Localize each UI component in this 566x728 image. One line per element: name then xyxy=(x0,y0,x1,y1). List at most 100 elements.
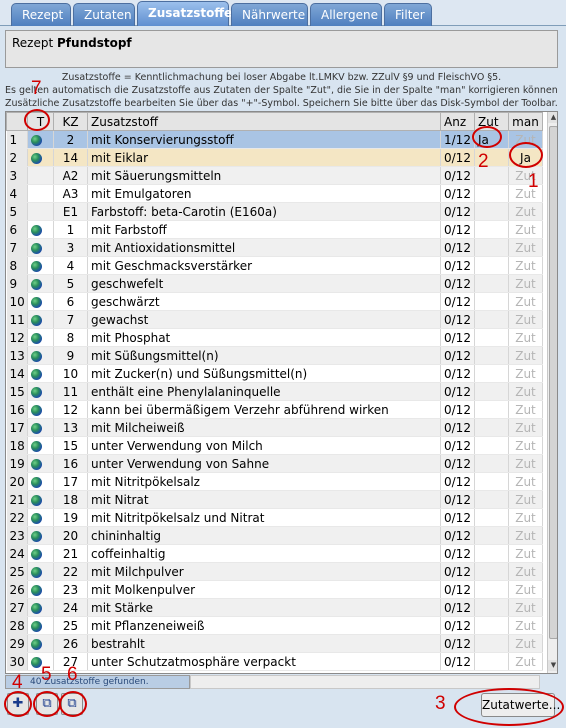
zut-cell xyxy=(474,562,509,581)
header-anz[interactable]: Anz xyxy=(440,112,475,131)
table-row[interactable]: 21 18 mit Nitrat 0/12 Zut xyxy=(6,490,543,509)
table-row[interactable]: 10 6 geschwärzt 0/12 Zut xyxy=(6,292,543,311)
table-row[interactable]: 23 20 chininhaltig 0/12 Zut xyxy=(6,526,543,545)
man-cell[interactable]: Zut xyxy=(508,310,543,329)
table-row[interactable]: 18 15 unter Verwendung von Milch 0/12 Zut xyxy=(6,436,543,455)
man-cell[interactable]: Zut xyxy=(508,598,543,617)
tab-naehrwerte[interactable]: Nährwerte xyxy=(231,3,308,26)
table-row[interactable]: 2 14 mit Eiklar 0/12 Ja xyxy=(6,148,543,167)
table-row[interactable]: 27 24 mit Stärke 0/12 Zut xyxy=(6,598,543,617)
scroll-down-icon[interactable]: ▼ xyxy=(548,660,557,671)
type-cell xyxy=(27,184,54,203)
man-cell[interactable]: Zut xyxy=(508,400,543,419)
kz-cell: 21 xyxy=(53,544,88,563)
table-row[interactable]: 22 19 mit Nitritpökelsalz und Nitrat 0/12 Zu… xyxy=(6,508,543,527)
zut-cell xyxy=(474,238,509,257)
table-row[interactable]: 30 27 unter Schutzatmosphäre verpackt 0/12 Z… xyxy=(6,652,543,671)
table-row[interactable]: 17 13 mit Milcheiweiß 0/12 Zut xyxy=(6,418,543,437)
man-cell[interactable]: Zut xyxy=(508,562,543,581)
man-cell[interactable]: Zut xyxy=(508,544,543,563)
row-number-cell: 8 xyxy=(6,256,28,275)
anz-cell: 0/12 xyxy=(440,598,475,617)
man-cell[interactable]: Zut xyxy=(508,256,543,275)
man-cell[interactable]: Zut xyxy=(508,292,543,311)
man-cell[interactable]: Zut xyxy=(508,634,543,653)
type-cell xyxy=(27,526,54,545)
table-row[interactable]: 11 7 gewachst 0/12 Zut xyxy=(6,310,543,329)
kz-cell: 23 xyxy=(53,580,88,599)
tab-zusatzstoffe[interactable]: Zusatzstoffe xyxy=(137,1,232,26)
row-number-cell: 21 xyxy=(6,490,28,509)
man-cell[interactable]: Zut xyxy=(508,274,543,293)
table-row[interactable]: 1 2 mit Konservierungsstoff 1/12 Ja Zut xyxy=(6,130,543,149)
annotation-7: 7 xyxy=(31,78,42,99)
table-row[interactable]: 7 3 mit Antioxidationsmittel 0/12 Zut xyxy=(6,238,543,257)
zut-cell xyxy=(474,310,509,329)
additive-name-cell: mit Emulgatoren xyxy=(87,184,441,203)
man-cell[interactable]: Zut xyxy=(508,382,543,401)
table-row[interactable]: 8 4 mit Geschmacksverstärker 0/12 Zut xyxy=(6,256,543,275)
scroll-thumb[interactable] xyxy=(549,126,557,639)
man-cell[interactable]: Zut xyxy=(508,436,543,455)
vertical-scrollbar[interactable]: ▲ ▼ xyxy=(547,112,557,673)
man-cell[interactable]: Zut xyxy=(508,346,543,365)
man-cell[interactable]: Zut xyxy=(508,526,543,545)
zut-cell xyxy=(474,526,509,545)
anz-cell: 0/12 xyxy=(440,490,475,509)
table-row[interactable]: 15 11 enthält eine Phenylalaninquelle 0/12 Z… xyxy=(6,382,543,401)
man-cell[interactable]: Zut xyxy=(508,580,543,599)
man-cell[interactable]: Zut xyxy=(508,328,543,347)
zut-cell xyxy=(474,400,509,419)
table-row[interactable]: 6 1 mit Farbstoff 0/12 Zut xyxy=(6,220,543,239)
kz-cell: 6 xyxy=(53,292,88,311)
annotation-6: 6 xyxy=(67,664,78,685)
man-cell[interactable]: Zut xyxy=(508,652,543,671)
tab-filter[interactable]: Filter xyxy=(384,3,432,26)
table-row[interactable]: 20 17 mit Nitritpökelsalz 0/12 Zut xyxy=(6,472,543,491)
man-cell[interactable]: Zut xyxy=(508,454,543,473)
header-kz[interactable]: KZ xyxy=(53,112,88,131)
table-row[interactable]: 26 23 mit Molkenpulver 0/12 Zut xyxy=(6,580,543,599)
table-row[interactable]: 5 E1 Farbstoff: beta-Carotin (E160a) 0/12 Zu… xyxy=(6,202,543,221)
table-row[interactable]: 9 5 geschwefelt 0/12 Zut xyxy=(6,274,543,293)
zut-cell xyxy=(474,436,509,455)
kz-cell: 24 xyxy=(53,598,88,617)
man-cell[interactable]: Zut xyxy=(508,472,543,491)
table-row[interactable]: 12 8 mit Phosphat 0/12 Zut xyxy=(6,328,543,347)
horizontal-scrollbar[interactable] xyxy=(190,675,540,689)
man-cell[interactable]: Zut xyxy=(508,418,543,437)
recipe-label: Rezept xyxy=(12,36,54,50)
table-row[interactable]: 28 25 mit Pflanzeneiweiß 0/12 Zut xyxy=(6,616,543,635)
table-row[interactable]: 19 16 unter Verwendung von Sahne 0/12 Zut xyxy=(6,454,543,473)
man-cell[interactable]: Zut xyxy=(508,508,543,527)
tab-allergene[interactable]: Allergene xyxy=(310,3,382,26)
anz-cell: 1/12 xyxy=(440,130,475,149)
header-man[interactable]: man xyxy=(508,112,543,131)
table-row[interactable]: 14 10 mit Zucker(n) und Süßungsmittel(n) 0/… xyxy=(6,364,543,383)
zut-cell xyxy=(474,580,509,599)
header-zusatzstoff[interactable]: Zusatzstoff xyxy=(87,112,441,131)
globe-icon xyxy=(31,602,42,614)
row-number-cell: 1 xyxy=(6,130,28,149)
man-cell[interactable]: Zut xyxy=(508,616,543,635)
table-row[interactable]: 3 A2 mit Säuerungsmitteln 0/12 Zut xyxy=(6,166,543,185)
man-cell[interactable]: Zut xyxy=(508,238,543,257)
anz-cell: 0/12 xyxy=(440,256,475,275)
type-cell xyxy=(27,256,54,275)
man-cell[interactable]: Zut xyxy=(508,364,543,383)
globe-icon xyxy=(31,386,42,398)
tab-rezept[interactable]: Rezept xyxy=(11,3,71,26)
table-row[interactable]: 25 22 mit Milchpulver 0/12 Zut xyxy=(6,562,543,581)
table-row[interactable]: 16 12 kann bei übermäßigem Verzehr abführe… xyxy=(6,400,543,419)
man-cell[interactable]: Zut xyxy=(508,220,543,239)
table-row[interactable]: 4 A3 mit Emulgatoren 0/12 Zut xyxy=(6,184,543,203)
table-row[interactable]: 13 9 mit Süßungsmittel(n) 0/12 Zut xyxy=(6,346,543,365)
table-row[interactable]: 29 26 bestrahlt 0/12 Zut xyxy=(6,634,543,653)
anz-cell: 0/12 xyxy=(440,418,475,437)
man-cell[interactable]: Zut xyxy=(508,202,543,221)
tab-zutaten[interactable]: Zutaten xyxy=(73,3,135,26)
table-row[interactable]: 24 21 coffeinhaltig 0/12 Zut xyxy=(6,544,543,563)
man-cell[interactable]: Zut xyxy=(508,490,543,509)
status-bar: 40 Zusatzstoffe gefunden. xyxy=(5,675,190,689)
scroll-up-icon[interactable]: ▲ xyxy=(548,112,557,123)
